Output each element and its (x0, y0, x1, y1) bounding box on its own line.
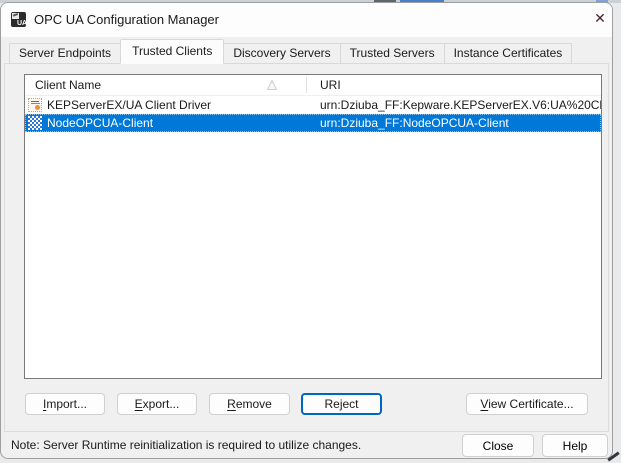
close-button[interactable]: Close (462, 434, 534, 457)
tab-trusted-servers[interactable]: Trusted Servers (339, 43, 445, 64)
note-text: Note: Server Runtime reinitialization is… (11, 438, 362, 452)
tab-server-endpoints[interactable]: Server Endpoints (9, 43, 122, 64)
tab-discovery-servers[interactable]: Discovery Servers (223, 43, 341, 64)
help-button[interactable]: Help (542, 434, 608, 457)
window-title: OPC UA Configuration Manager (34, 12, 219, 27)
opc-ua-app-icon: UA (11, 12, 27, 27)
tab-strip: Server Endpoints Trusted Clients Discove… (9, 39, 573, 64)
svg-text:UA: UA (17, 20, 27, 27)
tab-page-border (4, 63, 609, 432)
screenshot-root: UA OPC UA Configuration Manager ✕ Server… (0, 0, 621, 463)
tab-trusted-clients[interactable]: Trusted Clients (120, 39, 225, 64)
close-window-button[interactable]: ✕ (590, 7, 610, 29)
tab-instance-certificates[interactable]: Instance Certificates (443, 43, 573, 64)
titlebar[interactable]: UA OPC UA Configuration Manager ✕ (1, 3, 612, 37)
opc-ua-configuration-manager-dialog: UA OPC UA Configuration Manager ✕ Server… (0, 2, 613, 459)
